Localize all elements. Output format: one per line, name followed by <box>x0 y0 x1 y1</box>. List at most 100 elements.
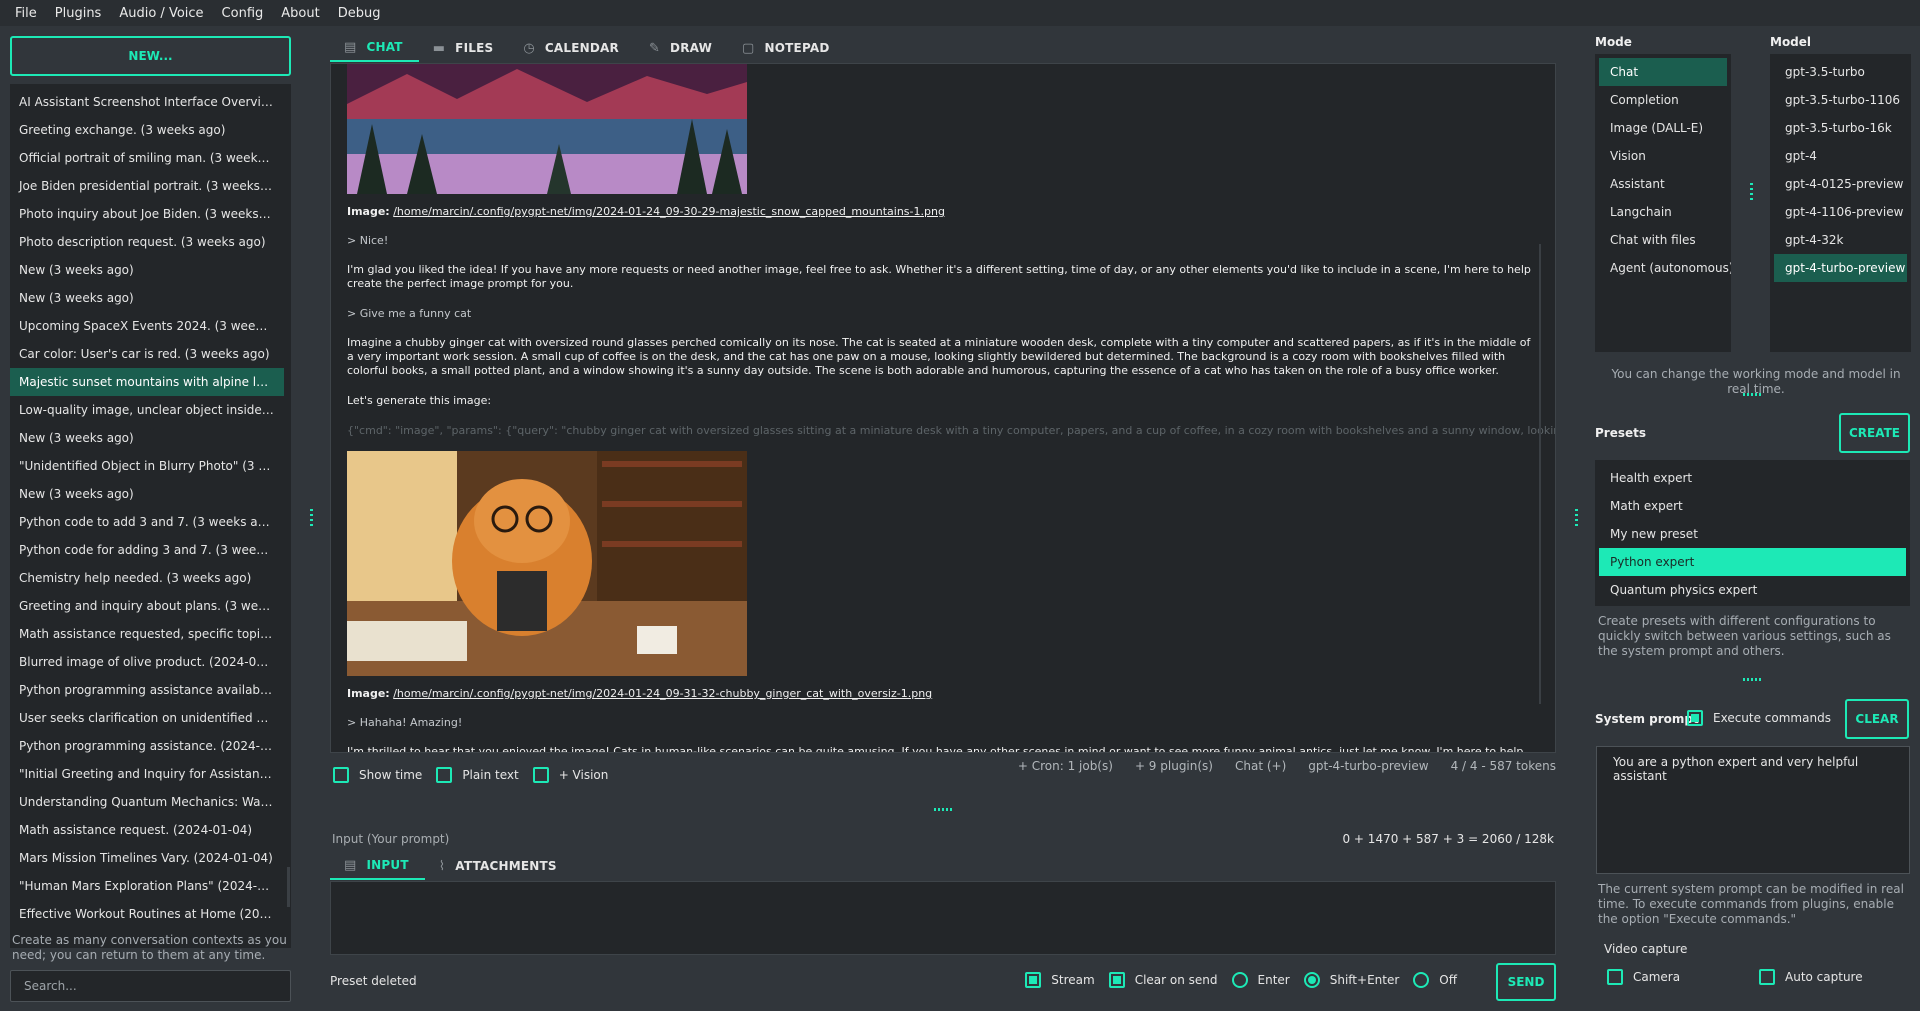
mode-list-item[interactable]: Assistant <box>1599 170 1727 198</box>
context-list-item[interactable]: Effective Workout Routines at Home (2024… <box>10 900 284 928</box>
checkbox-box[interactable] <box>1607 969 1623 985</box>
camera-checkbox[interactable]: Camera <box>1607 969 1680 985</box>
chat-scrollbar[interactable] <box>1539 244 1541 704</box>
execute-commands-checkbox[interactable]: Execute commands <box>1687 710 1831 726</box>
model-list-item[interactable]: gpt-3.5-turbo <box>1774 58 1907 86</box>
model-list-item[interactable]: gpt-4-0125-preview <box>1774 170 1907 198</box>
search-input[interactable]: Search... <box>10 970 291 1002</box>
context-list-item[interactable]: Car color: User's car is red. (3 weeks a… <box>10 340 284 368</box>
context-list-item[interactable]: Official portrait of smiling man. (3 wee… <box>10 144 284 172</box>
model-list-item[interactable]: gpt-3.5-turbo-16k <box>1774 114 1907 142</box>
checkbox-box[interactable] <box>436 767 453 783</box>
checkbox-box[interactable] <box>532 767 549 783</box>
tab-draw[interactable]: ✎ DRAW <box>635 34 728 62</box>
menu-config[interactable]: Config <box>213 6 273 21</box>
context-list-item[interactable]: Photo inquiry about Joe Biden. (3 weeks … <box>10 200 284 228</box>
context-list-item[interactable]: Python programming assistance. (2024-01-… <box>10 732 284 760</box>
tab-input[interactable]: ▤ INPUT <box>330 852 425 880</box>
menu-debug[interactable]: Debug <box>329 6 390 21</box>
checkbox-box[interactable] <box>1759 969 1775 985</box>
menu-file[interactable]: File <box>6 6 46 21</box>
context-list-item[interactable]: Greeting exchange. (3 weeks ago) <box>10 116 284 144</box>
model-list-item[interactable]: gpt-4-turbo-preview <box>1774 254 1907 282</box>
context-list-item[interactable]: Low-quality image, unclear object inside… <box>10 396 284 424</box>
context-list-item[interactable]: Joe Biden presidential portrait. (3 week… <box>10 172 284 200</box>
context-list-item[interactable]: New (3 weeks ago) <box>10 256 284 284</box>
plain-text-checkbox[interactable]: Plain text <box>436 767 519 783</box>
vision-checkbox[interactable]: + Vision <box>532 767 608 783</box>
checkbox-box[interactable] <box>1687 710 1703 726</box>
mode-list-item[interactable]: Agent (autonomous) <box>1599 254 1731 282</box>
tab-attachments[interactable]: ⌇ ATTACHMENTS <box>425 852 573 880</box>
prompt-input[interactable] <box>330 881 1556 955</box>
tab-files[interactable]: ▬ FILES <box>419 34 510 62</box>
context-list-item[interactable]: Python code for adding 3 and 7. (3 weeks… <box>10 536 284 564</box>
system-prompt-input[interactable]: You are a python expert and very helpful… <box>1596 746 1910 874</box>
center-splitter-handle[interactable] <box>934 808 954 811</box>
mode-list-item[interactable]: Langchain <box>1599 198 1727 226</box>
new-context-button[interactable]: NEW... <box>10 36 291 76</box>
mountain-image[interactable] <box>347 64 747 194</box>
context-list-item[interactable]: "Unidentified Object in Blurry Photo" (3… <box>10 452 284 480</box>
right-splitter-handle[interactable] <box>1575 509 1578 529</box>
context-list-item[interactable]: User seeks clarification on unidentified… <box>10 704 284 732</box>
checkbox-box[interactable] <box>1108 972 1125 988</box>
send-button[interactable]: SEND <box>1496 963 1556 1001</box>
context-list-item[interactable]: New (3 weeks ago) <box>10 424 284 452</box>
context-list-item[interactable]: Python programming assistance available.… <box>10 676 284 704</box>
mode-model-splitter[interactable] <box>1750 183 1753 201</box>
auto-capture-checkbox[interactable]: Auto capture <box>1759 969 1863 985</box>
context-list-item[interactable]: Math assistance request. (2024-01-04) <box>10 816 284 844</box>
clear-system-prompt-button[interactable]: CLEAR <box>1845 699 1909 739</box>
checkbox-box[interactable] <box>333 767 349 783</box>
context-list-item[interactable]: Greeting and inquiry about plans. (3 wee… <box>10 592 284 620</box>
context-list-item[interactable]: AI Assistant Screenshot Interface Overvi… <box>10 88 284 116</box>
tab-calendar[interactable]: ◷ CALENDAR <box>509 34 635 62</box>
radio-button[interactable] <box>1303 972 1320 988</box>
context-list-item[interactable]: "Human Mars Exploration Plans" (2024-01-… <box>10 872 284 900</box>
context-list-item[interactable]: Math assistance requested, specific topi… <box>10 620 284 648</box>
menu-about[interactable]: About <box>272 6 328 21</box>
menu-audio-voice[interactable]: Audio / Voice <box>110 6 212 21</box>
radio-button[interactable] <box>1413 972 1430 988</box>
off-radio[interactable]: Off <box>1413 972 1457 988</box>
model-list-item[interactable]: gpt-3.5-turbo-1106 <box>1774 86 1907 114</box>
create-preset-button[interactable]: CREATE <box>1839 413 1910 453</box>
context-list-item[interactable]: Upcoming SpaceX Events 2024. (3 weeks ag… <box>10 312 284 340</box>
tab-notepad[interactable]: ▢ NOTEPAD <box>728 34 845 62</box>
mode-list-item[interactable]: Vision <box>1599 142 1727 170</box>
model-list-item[interactable]: gpt-4-32k <box>1774 226 1907 254</box>
context-list-item[interactable]: Python code to add 3 and 7. (3 weeks ago… <box>10 508 284 536</box>
image-path-link-1[interactable]: /home/marcin/.config/pygpt-net/img/2024-… <box>393 205 945 218</box>
mode-list-item[interactable]: Completion <box>1599 86 1727 114</box>
menu-plugins[interactable]: Plugins <box>46 6 111 21</box>
tab-chat[interactable]: ▤ CHAT <box>330 34 419 62</box>
right-splitter-handle-1[interactable] <box>1743 393 1761 396</box>
context-list-item[interactable]: Mars Mission Timelines Vary. (2024-01-04… <box>10 844 284 872</box>
stream-checkbox[interactable]: Stream <box>1025 972 1095 988</box>
clear-on-send-checkbox[interactable]: Clear on send <box>1108 972 1218 988</box>
preset-list-item[interactable]: Math expert <box>1599 492 1906 520</box>
preset-list-item[interactable]: Python expert <box>1599 548 1906 576</box>
radio-button[interactable] <box>1231 972 1248 988</box>
context-list-item[interactable]: New (3 weeks ago) <box>10 480 284 508</box>
model-list-item[interactable]: gpt-4-1106-preview <box>1774 198 1907 226</box>
mode-list-item[interactable]: Image (DALL-E) <box>1599 114 1727 142</box>
context-list-item[interactable]: Chemistry help needed. (3 weeks ago) <box>10 564 284 592</box>
context-list-item[interactable]: New (3 weeks ago) <box>10 284 284 312</box>
context-list-item[interactable]: "Initial Greeting and Inquiry for Assist… <box>10 760 284 788</box>
show-time-checkbox[interactable]: Show time <box>333 767 422 783</box>
preset-list-item[interactable]: Health expert <box>1599 464 1906 492</box>
enter-radio[interactable]: Enter <box>1231 972 1290 988</box>
context-list-item[interactable]: Majestic sunset mountains with alpine la… <box>10 368 284 396</box>
preset-list-item[interactable]: My new preset <box>1599 520 1906 548</box>
mode-list-item[interactable]: Chat <box>1599 58 1727 86</box>
right-splitter-handle-2[interactable] <box>1743 678 1761 681</box>
shift-enter-radio[interactable]: Shift+Enter <box>1303 972 1399 988</box>
left-splitter-handle[interactable] <box>310 509 313 529</box>
context-list-scrollbar[interactable] <box>287 867 290 907</box>
context-list-item[interactable]: Understanding Quantum Mechanics: Wave-Pa… <box>10 788 284 816</box>
checkbox-box[interactable] <box>1025 972 1042 988</box>
context-list-item[interactable]: Blurred image of olive product. (2024-01… <box>10 648 284 676</box>
cat-image[interactable] <box>347 451 747 676</box>
